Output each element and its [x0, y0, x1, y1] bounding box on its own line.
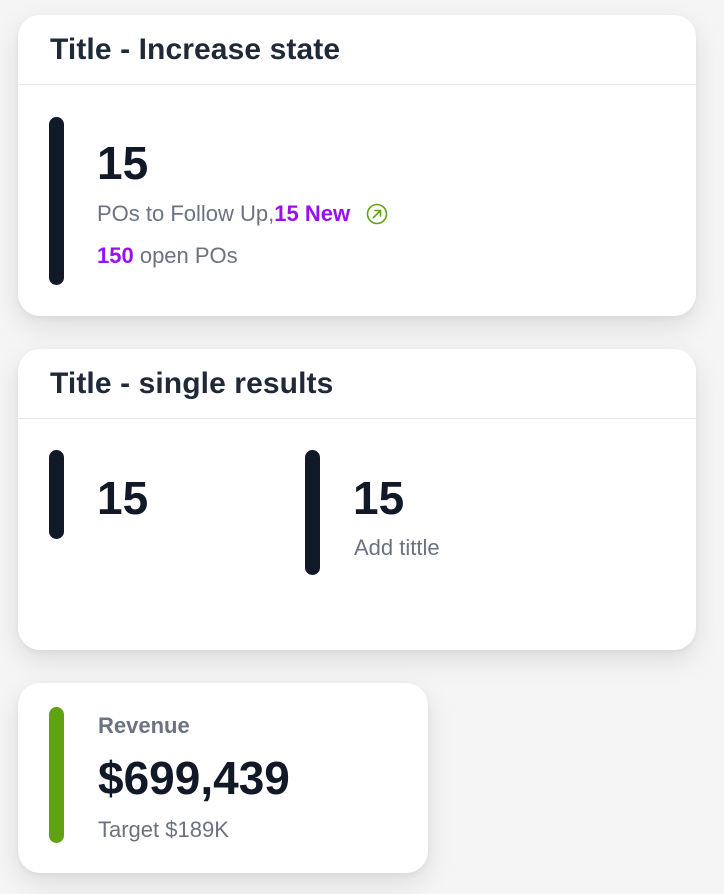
- accent-bar-right: [305, 450, 320, 575]
- card-header: Title - Increase state: [18, 15, 696, 85]
- revenue-target: Target $189K: [98, 817, 229, 842]
- metric-subtitle: Add tittle: [354, 535, 440, 560]
- revenue-label: Revenue: [98, 713, 190, 738]
- accent-bar-left: [49, 450, 64, 539]
- metric-value-left: 15: [97, 472, 149, 524]
- follow-up-text: POs to Follow Up,: [97, 201, 275, 226]
- arrow-up-right-circle-icon: [366, 203, 388, 225]
- metric-value: 15: [97, 137, 149, 189]
- metric-value-right: 15: [353, 472, 405, 524]
- follow-up-line: POs to Follow Up, 15 New: [97, 201, 388, 227]
- card-title: Title - Increase state: [50, 32, 341, 66]
- single-results-card: Title - single results 15 15 Add tittle: [18, 349, 696, 650]
- revenue-card: Revenue $699,439 Target $189K: [18, 683, 428, 873]
- open-count: 150: [97, 243, 134, 268]
- accent-bar: [49, 117, 64, 285]
- accent-bar: [49, 707, 64, 843]
- open-pos-line: 150 open POs: [97, 243, 238, 269]
- open-pos-text: open POs: [133, 243, 238, 268]
- new-count-highlight: 15 New: [274, 201, 351, 226]
- card-header: Title - single results: [18, 349, 696, 419]
- increase-state-card: Title - Increase state 15 POs to Follow …: [18, 15, 696, 316]
- revenue-value: $699,439: [98, 752, 290, 804]
- card-title: Title - single results: [50, 366, 334, 400]
